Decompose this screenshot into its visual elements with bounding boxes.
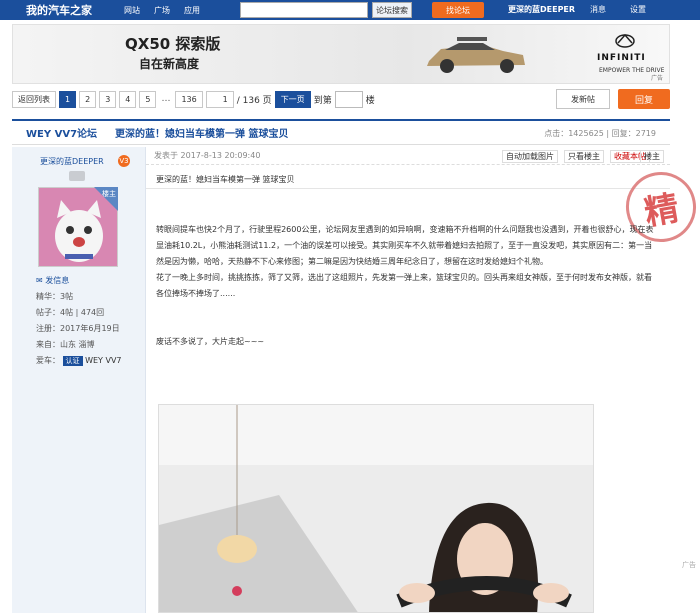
post-photo[interactable]: [158, 404, 594, 613]
page-5[interactable]: 5: [139, 90, 157, 108]
nav-apps[interactable]: 应用: [184, 5, 200, 16]
auth-badge: 认证: [62, 356, 83, 366]
goto-suffix: 楼: [365, 95, 375, 106]
location: 来自：山东 淄博: [36, 340, 95, 349]
page-3[interactable]: 3: [99, 90, 117, 108]
nav-website[interactable]: 网站: [124, 5, 140, 16]
post-header: 发表于 2017-8-13 20:09:40 自动加载图片 只看楼主 收藏本帖 …: [146, 147, 670, 165]
forum-search-button[interactable]: 论坛搜索: [372, 2, 412, 18]
post-paragraph: 转眼间提车也快2个月了，行驶里程2600公里，论坛网友里遇到的如异响啊，变速箱不…: [156, 225, 654, 266]
register-date: 注册：2017年6月19日: [36, 324, 120, 333]
post-paragraph: 废话不多说了，大片走起~~~: [156, 337, 265, 346]
author-name[interactable]: 更深的蓝DEEPER: [40, 156, 104, 167]
auto-load-images-toggle[interactable]: 自动加载图片: [502, 150, 558, 163]
divider: [146, 188, 670, 189]
post-time: 发表于 2017-8-13 20:09:40: [154, 151, 261, 160]
user-card-icon: [69, 171, 85, 181]
suv-car-icon: [427, 37, 525, 73]
thread-stats: 点击：1425625 | 回复：2719: [544, 129, 656, 138]
level-badge: V3: [118, 155, 130, 167]
page-2[interactable]: 2: [79, 90, 97, 108]
post-paragraph: 花了一晚上多时间，挑挑拣拣，筛了又筛，选出了这组照片，先发第一弹上来，篮球宝贝的…: [156, 273, 652, 298]
car-name[interactable]: WEY VV7: [85, 356, 121, 365]
forum-name[interactable]: WEY VV7论坛: [26, 125, 97, 140]
page-4[interactable]: 4: [119, 90, 137, 108]
user-menu[interactable]: 更深的蓝DEEPER: [508, 4, 575, 15]
ad-brand: INFINITI: [597, 53, 646, 63]
top-navbar: 我的汽车之家 网站 广场 应用 论坛搜索 找论坛 更深的蓝DEEPER 消息 设…: [0, 0, 700, 20]
post-options: 自动加载图片 只看楼主 收藏本帖: [502, 150, 650, 163]
page-last[interactable]: 136: [175, 90, 203, 108]
only-op-button[interactable]: 只看楼主: [564, 150, 604, 163]
infiniti-logo-icon: [615, 33, 635, 48]
nav-square[interactable]: 广场: [154, 5, 170, 16]
goto-floor-input[interactable]: [334, 90, 363, 108]
find-forum-button[interactable]: 找论坛: [432, 2, 484, 18]
ad-slogan: 自在新高度: [139, 57, 200, 71]
reply-button[interactable]: 回复: [618, 89, 670, 109]
page-1[interactable]: 1: [59, 90, 77, 108]
ad-model: QX50 探索版: [125, 35, 221, 53]
send-message-link[interactable]: ✉ 发信息: [36, 275, 69, 286]
messages-menu[interactable]: 消息: [590, 4, 606, 15]
post-body: 转眼间提车也快2个月了，行驶里程2600公里，论坛网友里遇到的如异响啊，变速箱不…: [156, 222, 656, 350]
car-interior-photo: [159, 405, 593, 612]
thread-header: WEY VV7论坛 更深的蓝！媳妇当车模第一弹 篮球宝贝 点击：1425625 …: [12, 119, 670, 145]
cat-avatar-icon: [39, 188, 117, 266]
next-page-button[interactable]: 下一页: [274, 90, 311, 108]
car-info: 爱车： 认证 WEY VV7: [36, 355, 122, 366]
site-logo[interactable]: 我的汽车之家: [26, 2, 116, 18]
car-label: 爱车：: [36, 356, 60, 365]
pagination: 返回列表 1 2 3 4 5 … 136 1 / 136 页 下一页 到第 楼: [12, 90, 375, 108]
thread-title: 更深的蓝！媳妇当车模第一弹 篮球宝贝: [115, 129, 289, 140]
ad-banner[interactable]: QX50 探索版 自在新高度 INFINITI EMPOWER THE DRIV…: [12, 24, 670, 84]
ad-label: 广告: [651, 75, 664, 82]
floor-label: 楼主: [640, 150, 664, 163]
post-title: 更深的蓝！媳妇当车模第一弹 篮球宝贝: [156, 175, 295, 184]
ellipsis: …: [161, 94, 171, 104]
author-sidebar: 更深的蓝DEEPER V3 楼主 ✉ 发信息 精华：3帖 帖子：4帖 | 474…: [12, 147, 146, 613]
back-to-list-button[interactable]: 返回列表: [12, 90, 56, 108]
new-post-button[interactable]: 发新帖: [556, 89, 610, 109]
search-input[interactable]: [240, 2, 368, 18]
page-input[interactable]: 1: [205, 90, 234, 108]
essence-count: 精华：3帖: [36, 292, 74, 301]
page-total: / 136 页: [236, 95, 272, 106]
post-count: 帖子：4帖 | 474回: [36, 308, 105, 317]
settings-menu[interactable]: 设置: [630, 4, 646, 15]
top-nav: 网站 广场 应用: [124, 5, 200, 16]
side-ad-label: 广告: [682, 561, 696, 569]
goto-prefix: 到第: [313, 95, 332, 106]
